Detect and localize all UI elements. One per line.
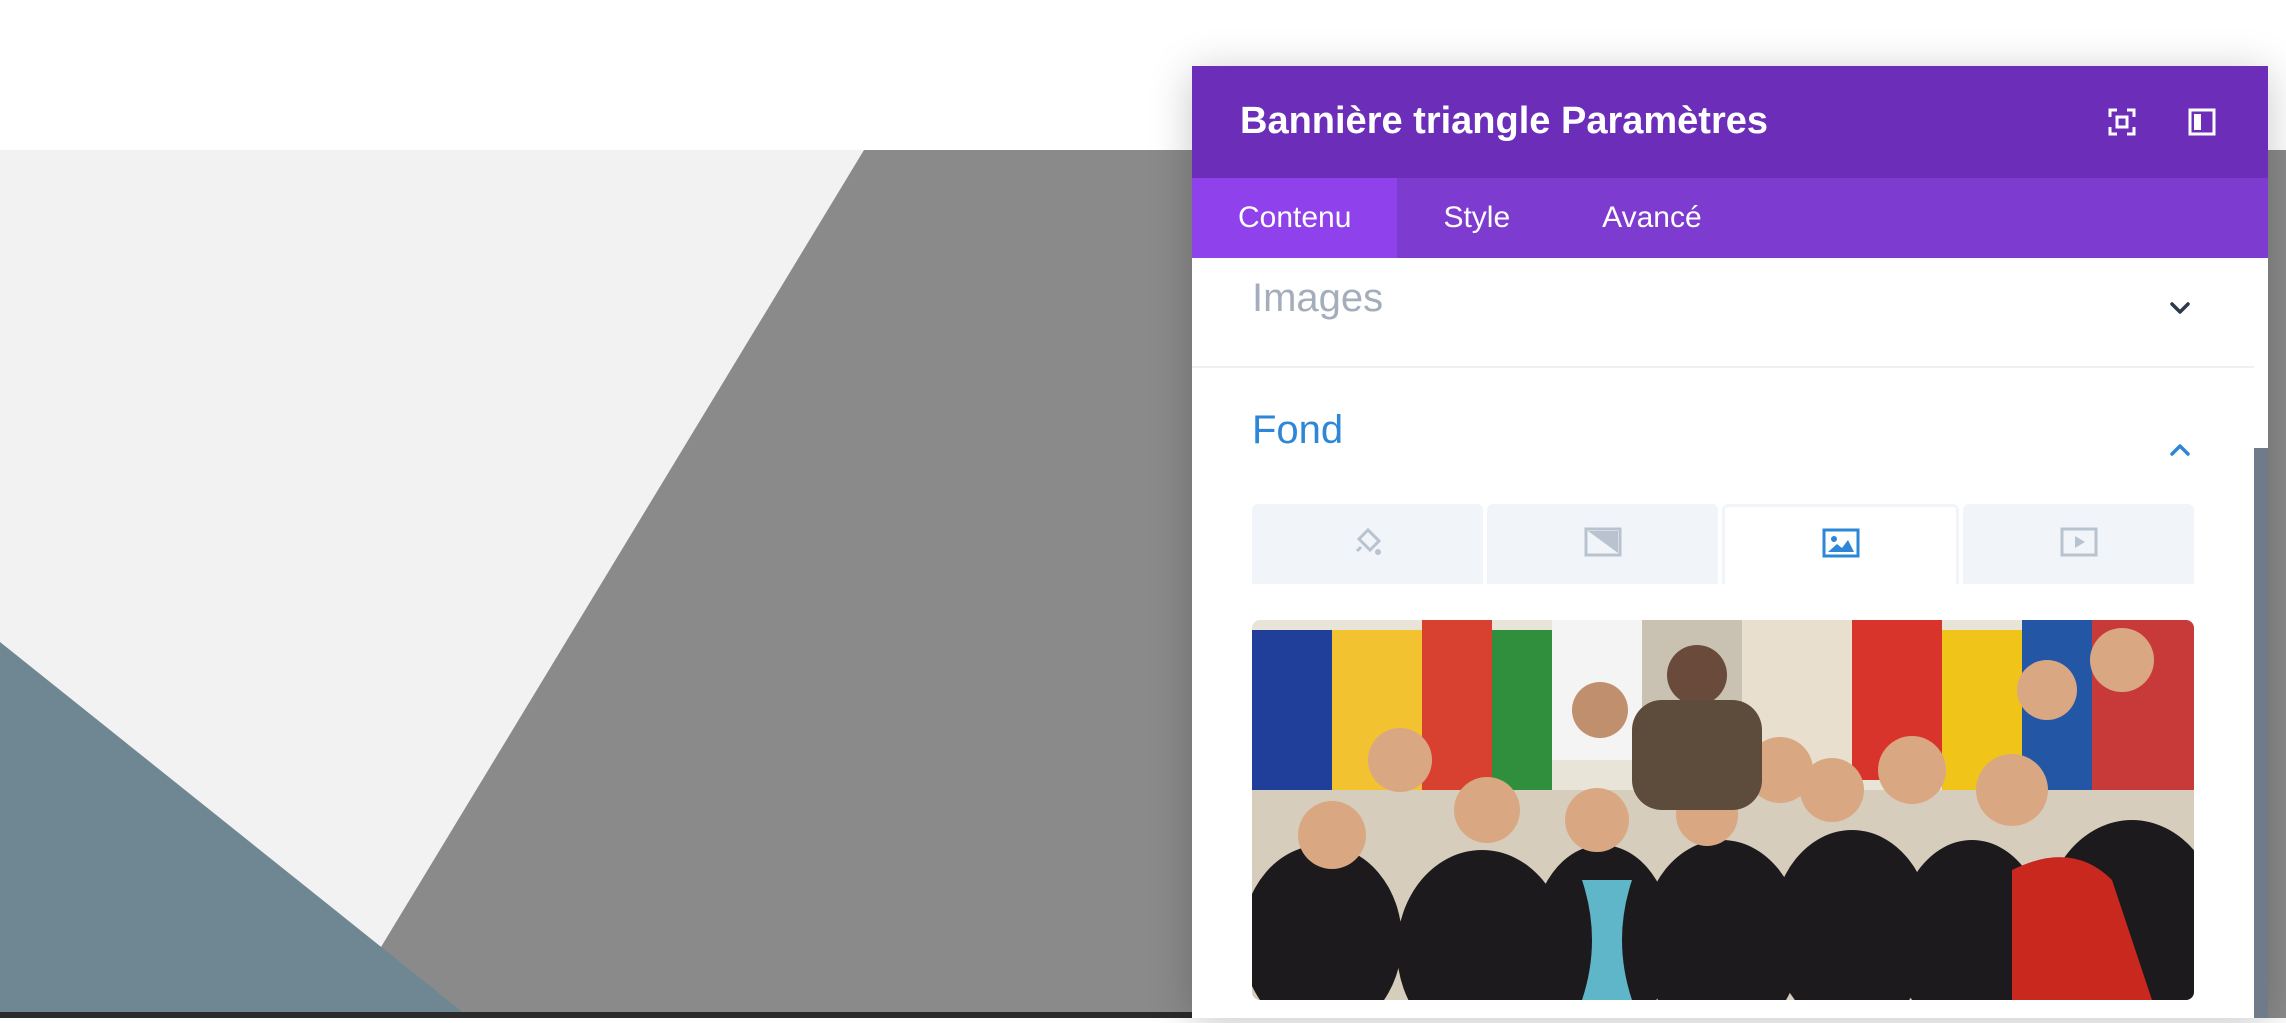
page-bottom-edge	[0, 1012, 1200, 1018]
modal-title: Bannière triangle Paramètres	[1240, 100, 1769, 142]
section-images-title[interactable]: Images	[1252, 276, 1383, 321]
tab-contenu[interactable]: Contenu	[1192, 178, 1398, 258]
background-image-preview[interactable]	[1252, 620, 2194, 1000]
tab-style[interactable]: Style	[1397, 178, 1556, 258]
group-photo	[1252, 620, 2194, 1000]
video-icon	[2060, 527, 2098, 562]
modal-header: Bannière triangle Paramètres	[1192, 66, 2268, 178]
bg-tab-image[interactable]	[1722, 504, 1959, 584]
settings-modal: Bannière triangle Paramètres Contenu Sty…	[1192, 66, 2268, 1018]
gradient-icon	[1584, 527, 1622, 562]
bg-tab-color[interactable]	[1252, 504, 1483, 584]
tab-avance[interactable]: Avancé	[1556, 178, 1748, 258]
background-type-tabs	[1252, 504, 2194, 584]
image-icon	[1822, 528, 1860, 563]
modal-scrollbar-thumb[interactable]	[2254, 448, 2268, 1018]
paint-bucket-icon	[1351, 525, 1385, 564]
modal-body: Images Fond	[1192, 258, 2268, 1018]
fullscreen-icon[interactable]	[2106, 106, 2138, 138]
modal-tabs: Contenu Style Avancé	[1192, 178, 2268, 258]
section-images[interactable]: Images	[1192, 258, 2254, 368]
section-fond-title[interactable]: Fond	[1252, 408, 1343, 453]
chevron-down-icon[interactable]	[2160, 288, 2200, 328]
bg-tab-gradient[interactable]	[1487, 504, 1718, 584]
bg-tab-video[interactable]	[1963, 504, 2194, 584]
sidebar-dock-icon[interactable]	[2186, 106, 2218, 138]
chevron-up-icon[interactable]	[2160, 430, 2200, 470]
